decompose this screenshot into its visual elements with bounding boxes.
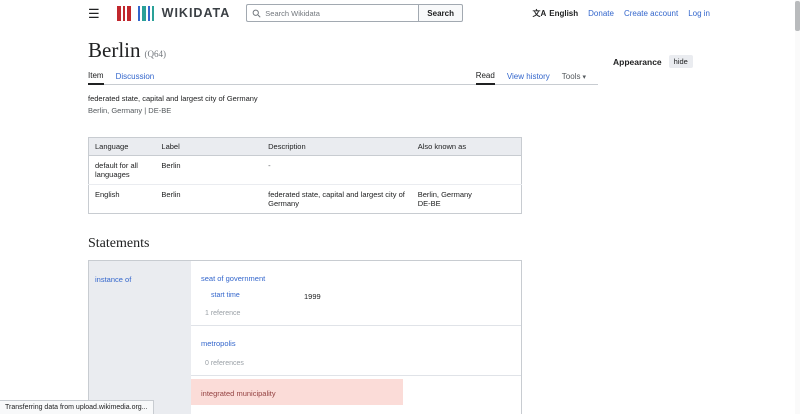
col-header-also-known-as: Also known as <box>412 138 522 156</box>
language-label: English <box>549 9 578 18</box>
appearance-panel: Appearance hide <box>613 55 693 68</box>
wikidata-logo-text: WIKIDATA <box>162 6 231 20</box>
claim-value-link[interactable]: metropolis <box>201 339 236 348</box>
language-selector[interactable]: 文A English <box>532 8 578 19</box>
statements-heading: Statements <box>88 236 800 252</box>
cell-language: default for all languages <box>89 156 156 185</box>
browser-viewport: ☰ WIKIDATA Search 文A English Donate Crea… <box>0 0 800 414</box>
vertical-scrollbar[interactable] <box>795 0 800 414</box>
tab-view-history[interactable]: View history <box>507 70 550 84</box>
statement-group: instance of seat of government start tim… <box>88 260 522 414</box>
statement-claim-highlighted: integrated municipality 1 reference <box>191 376 521 414</box>
cell-label: Berlin <box>155 185 262 214</box>
col-header-description: Description <box>262 138 412 156</box>
entity-id: (Q64) <box>145 49 167 59</box>
statement-claim: seat of government start time 1999 1 ref… <box>191 261 521 326</box>
scrollbar-thumb[interactable] <box>795 1 800 31</box>
header-user-links: 文A English Donate Create account Log in <box>532 8 710 19</box>
browser-status-bar: Transferring data from upload.wikimedia.… <box>0 400 154 414</box>
page-title: Berlin <box>88 38 141 62</box>
property-link-instance-of[interactable]: instance of <box>95 275 131 284</box>
statement-claim: metropolis 0 references <box>191 326 521 376</box>
tab-discussion[interactable]: Discussion <box>116 70 155 84</box>
table-row: default for all languages Berlin - <box>89 156 522 185</box>
wikidata-logo-bars-icon <box>117 6 156 21</box>
qualifier-value: 1999 <box>304 292 321 301</box>
claims-column: seat of government start time 1999 1 ref… <box>191 261 521 414</box>
donate-link[interactable]: Donate <box>588 9 614 18</box>
terms-table: Language Label Description Also known as… <box>88 137 522 214</box>
chevron-down-icon: ▾ <box>582 74 586 81</box>
search-bar: Search <box>246 4 463 22</box>
qualifier-row: start time 1999 <box>211 292 511 301</box>
site-header: ☰ WIKIDATA Search 文A English Donate Crea… <box>0 0 800 26</box>
entity-description: federated state, capital and largest cit… <box>88 94 800 103</box>
highlight-band: integrated municipality <box>191 379 403 405</box>
cell-aka <box>412 156 522 185</box>
appearance-hide-button[interactable]: hide <box>669 55 693 68</box>
tools-menu[interactable]: Tools▾ <box>562 70 586 84</box>
search-icon <box>252 9 261 18</box>
col-header-language: Language <box>89 138 156 156</box>
log-in-link[interactable]: Log in <box>688 9 710 18</box>
property-column: instance of <box>89 261 191 414</box>
wikidata-logo[interactable]: WIKIDATA <box>117 6 231 21</box>
title-row: Berlin (Q64) <box>88 38 800 63</box>
references-toggle[interactable]: 1 reference <box>205 310 511 317</box>
search-box <box>246 4 418 22</box>
col-header-label: Label <box>155 138 262 156</box>
cell-description: federated state, capital and largest cit… <box>262 185 412 214</box>
terms-table-header-row: Language Label Description Also known as <box>89 138 522 156</box>
cell-aka: Berlin, Germany DE-BE <box>412 185 522 214</box>
qualifier-property-link[interactable]: start time <box>211 292 304 301</box>
table-row: English Berlin federated state, capital … <box>89 185 522 214</box>
cell-language: English <box>89 185 156 214</box>
tab-item[interactable]: Item <box>88 69 104 85</box>
create-account-link[interactable]: Create account <box>624 9 678 18</box>
claim-value-link[interactable]: integrated municipality <box>201 389 276 398</box>
language-icon: 文A <box>532 8 546 19</box>
references-toggle[interactable]: 0 references <box>205 360 511 367</box>
tab-read[interactable]: Read <box>476 69 495 85</box>
appearance-label: Appearance <box>613 57 662 67</box>
search-input[interactable] <box>265 9 413 18</box>
claim-value-link[interactable]: seat of government <box>201 274 265 283</box>
main-content: Berlin (Q64) Item Discussion Read View hi… <box>0 38 800 414</box>
cell-label: Berlin <box>155 156 262 185</box>
entity-aliases: Berlin, Germany | DE-BE <box>88 106 800 115</box>
hamburger-menu-icon[interactable]: ☰ <box>88 7 100 20</box>
cell-description: - <box>262 156 412 185</box>
search-button[interactable]: Search <box>418 4 463 22</box>
page-tabs: Item Discussion Read View history Tools▾ <box>88 69 598 85</box>
